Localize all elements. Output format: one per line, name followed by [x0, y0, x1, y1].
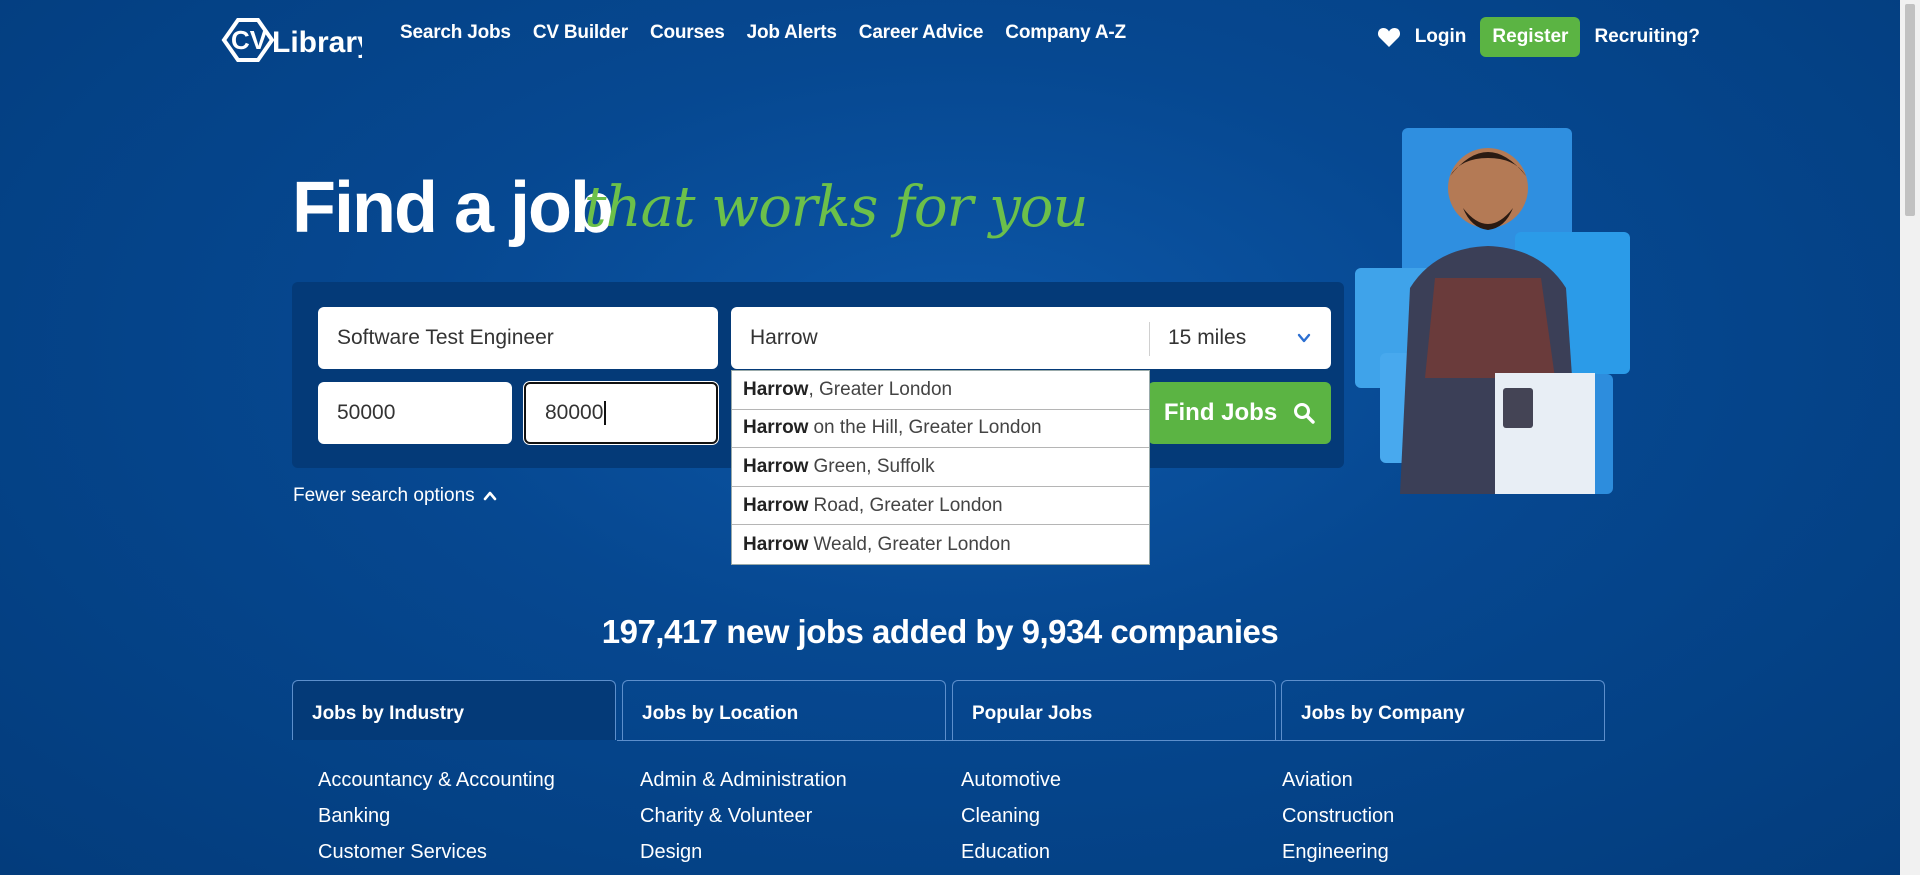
category-link[interactable]: Construction	[1282, 798, 1394, 834]
autocomplete-option[interactable]: Harrow Weald, Greater London	[732, 525, 1149, 564]
page-scrollbar[interactable]	[1900, 0, 1920, 875]
category-link[interactable]: Accountancy & Accounting	[318, 762, 555, 798]
tab-jobs-by-industry[interactable]: Jobs by Industry	[292, 680, 616, 740]
tab-jobs-by-company[interactable]: Jobs by Company	[1281, 680, 1605, 740]
nav-job-alerts[interactable]: Job Alerts	[747, 22, 837, 44]
logo-text: Library	[272, 26, 362, 59]
category-link[interactable]: Design	[640, 834, 847, 870]
autocomplete-option[interactable]: Harrow Road, Greater London	[732, 487, 1149, 526]
text-caret	[604, 401, 607, 425]
tab-jobs-by-location[interactable]: Jobs by Location	[622, 680, 946, 740]
tab-popular-jobs[interactable]: Popular Jobs	[952, 680, 1276, 740]
find-jobs-label: Find Jobs	[1163, 399, 1278, 426]
login-link[interactable]: Login	[1415, 26, 1467, 48]
keywords-value: Software Test Engineer	[337, 326, 554, 349]
category-column-2: Admin & Administration Charity & Volunte…	[640, 762, 847, 870]
category-link[interactable]: Customer Services	[318, 834, 555, 870]
recruiting-link[interactable]: Recruiting?	[1594, 26, 1700, 48]
category-link[interactable]: Engineering	[1282, 834, 1394, 870]
location-autocomplete: Harrow, Greater London Harrow on the Hill…	[731, 370, 1150, 565]
chevron-up-icon	[483, 491, 496, 501]
find-jobs-button[interactable]: Find Jobs	[1148, 382, 1331, 444]
salary-max-input[interactable]: 80000	[524, 382, 718, 444]
hero-tagline: that works for you	[584, 175, 1089, 240]
scrollbar-thumb[interactable]	[1905, 4, 1915, 216]
radius-select[interactable]: 15 miles	[1168, 326, 1246, 350]
category-link[interactable]: Aviation	[1282, 762, 1394, 798]
search-icon	[1294, 403, 1315, 424]
salary-min-input[interactable]: 50000	[318, 382, 512, 444]
main-nav: Search Jobs CV Builder Courses Job Alert…	[400, 22, 1126, 44]
keywords-input[interactable]: Software Test Engineer	[318, 307, 718, 369]
fewer-options-label: Fewer search options	[293, 485, 475, 506]
account-nav: Login Register Recruiting?	[1377, 17, 1700, 57]
jobs-stats-heading: 197,417 new jobs added by 9,934 companie…	[601, 613, 1279, 650]
nav-career-advice[interactable]: Career Advice	[859, 22, 984, 44]
hero-person-image	[1355, 128, 1630, 494]
nav-company-a-z[interactable]: Company A-Z	[1005, 22, 1126, 44]
nav-cv-builder[interactable]: CV Builder	[533, 22, 628, 44]
category-link[interactable]: Banking	[318, 798, 555, 834]
category-link[interactable]: Automotive	[961, 762, 1061, 798]
register-button[interactable]: Register	[1480, 17, 1581, 57]
browse-tabs: Jobs by Industry Jobs by Location Popula…	[292, 680, 1605, 740]
category-column-4: Aviation Construction Engineering	[1282, 762, 1394, 870]
category-column-3: Automotive Cleaning Education	[961, 762, 1061, 870]
tabs-divider	[617, 740, 1605, 741]
hero-title: Find a job	[292, 168, 614, 248]
svg-text:CV: CV	[231, 25, 268, 55]
category-link[interactable]: Admin & Administration	[640, 762, 847, 798]
page: CV Library Search Jobs CV Builder Course…	[0, 0, 1900, 875]
fewer-search-options-toggle[interactable]: Fewer search options	[293, 485, 497, 507]
heart-icon[interactable]	[1377, 26, 1401, 48]
logo-mark-icon: CV Library	[221, 18, 362, 62]
autocomplete-option[interactable]: Harrow Green, Suffolk	[732, 448, 1149, 487]
category-link[interactable]: Education	[961, 834, 1061, 870]
cv-library-logo[interactable]: CV Library	[220, 10, 362, 66]
salary-min-value: 50000	[337, 401, 396, 424]
location-value: Harrow	[750, 326, 818, 349]
category-link[interactable]: Cleaning	[961, 798, 1061, 834]
nav-search-jobs[interactable]: Search Jobs	[400, 22, 511, 44]
autocomplete-option[interactable]: Harrow, Greater London	[732, 371, 1149, 410]
salary-max-value: 80000	[545, 401, 604, 424]
category-column-1: Accountancy & Accounting Banking Custome…	[318, 762, 555, 870]
category-link[interactable]: Charity & Volunteer	[640, 798, 847, 834]
autocomplete-option[interactable]: Harrow on the Hill, Greater London	[732, 410, 1149, 449]
nav-courses[interactable]: Courses	[650, 22, 725, 44]
chevron-down-icon[interactable]	[1296, 330, 1312, 346]
location-divider	[1149, 322, 1150, 356]
